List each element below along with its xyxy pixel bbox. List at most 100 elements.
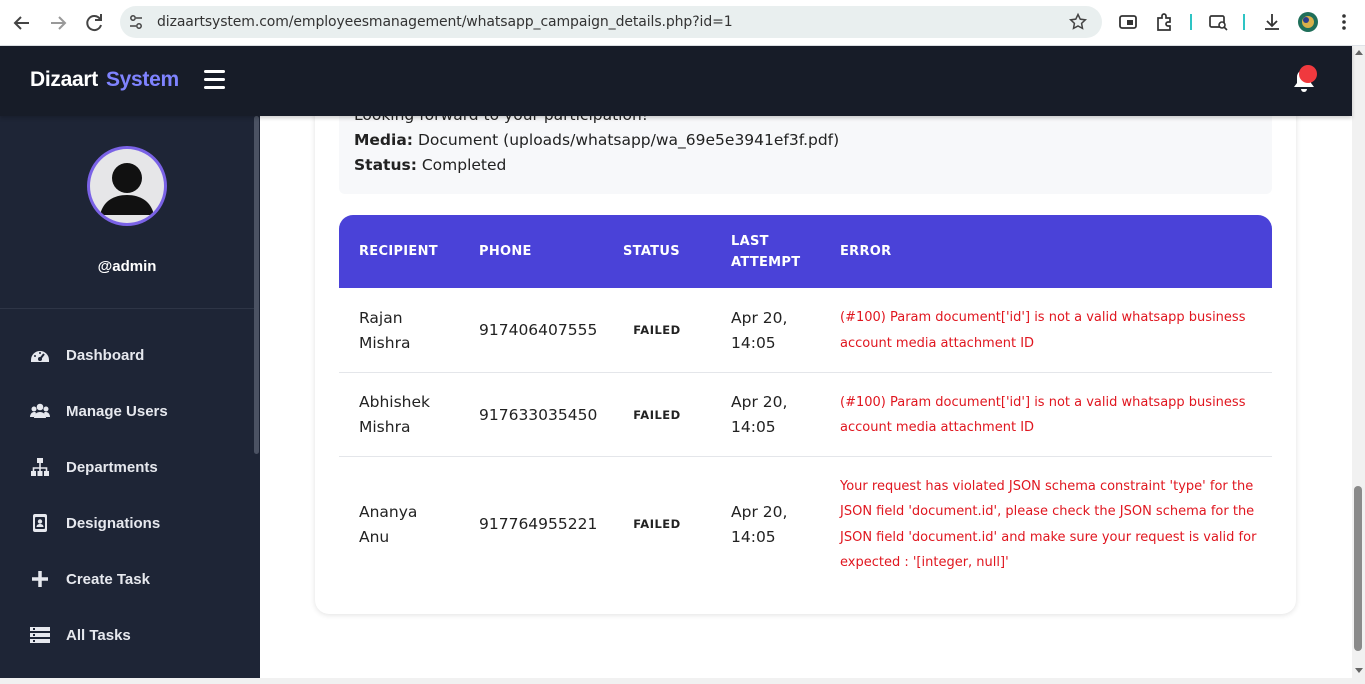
username: @admin <box>97 258 157 275</box>
plus-icon <box>32 571 48 587</box>
sidebar: @admin Dashboard Manage Users Department… <box>0 116 260 684</box>
sidebar-item-departments[interactable]: Departments <box>30 452 250 482</box>
browser-toolbar: dizaartsystem.com/employeesmanagement/wh… <box>0 0 1365 46</box>
last-attempt-date: Apr 20, <box>731 308 788 327</box>
brand-primary: Dizaart <box>30 68 98 91</box>
sidebar-divider <box>0 308 254 309</box>
status-line: Status: Completed <box>354 156 506 174</box>
sidebar-item-label: Designations <box>66 514 161 532</box>
media-line: Media: Document (uploads/whatsapp/wa_69e… <box>354 131 839 149</box>
url-text[interactable]: dizaartsystem.com/employeesmanagement/wh… <box>157 6 733 38</box>
users-icon <box>30 403 50 418</box>
column-header-last-attempt: LAST ATTEMPT <box>731 215 800 288</box>
picture-in-picture-icon[interactable] <box>1117 11 1139 33</box>
last-attempt-cell: Apr 20, 14:05 <box>731 457 787 592</box>
notification-badge <box>1299 65 1317 83</box>
download-icon[interactable] <box>1261 11 1283 33</box>
main-content: Looking forward to your participation! M… <box>260 116 1352 684</box>
status-label: Status: <box>354 156 417 174</box>
browser-menu-icon[interactable] <box>1333 11 1355 33</box>
sidebar-item-label: Departments <box>66 458 158 476</box>
sitemap-icon <box>31 458 49 476</box>
dashboard-icon <box>31 351 49 362</box>
column-header-recipient: RECIPIENT <box>359 244 438 259</box>
sidebar-item-all-tasks[interactable]: All Tasks <box>30 620 250 650</box>
avatar[interactable] <box>87 146 167 226</box>
bookmark-star-icon[interactable] <box>1068 12 1088 32</box>
table-row: Abhishek Mishra 917633035450 FAILED Apr … <box>339 373 1272 457</box>
phone-cell: 917764955221 <box>479 515 598 533</box>
sidebar-item-dashboard[interactable]: Dashboard <box>30 340 250 370</box>
sidebar-item-label: Dashboard <box>66 346 145 364</box>
menu-toggle-icon[interactable] <box>204 70 225 90</box>
site-settings-icon[interactable] <box>128 14 144 30</box>
column-header-error: ERROR <box>840 244 892 259</box>
user-silhouette-icon <box>90 149 164 223</box>
status-badge: FAILED <box>633 517 681 531</box>
sidebar-item-manage-users[interactable]: Manage Users <box>30 396 250 426</box>
sidebar-item-label: Create Task <box>66 570 150 588</box>
recipient-name-line2: Mishra <box>359 333 411 352</box>
scrollbar-thumb[interactable] <box>1354 486 1362 651</box>
scroll-up-arrow-icon[interactable] <box>1355 50 1363 55</box>
recipient-name-line2: Mishra <box>359 418 411 436</box>
last-attempt-cell: Apr 20, 14:05 <box>731 288 787 373</box>
id-badge-icon <box>33 514 47 532</box>
error-cell: (#100) Param document['id'] is not a val… <box>840 310 1246 351</box>
brand-logo[interactable]: Dizaart System <box>30 68 179 92</box>
table-row: Ananya Anu 917764955221 FAILED Apr 20, 1… <box>339 457 1272 592</box>
tab-search-icon[interactable] <box>1207 11 1229 33</box>
status-value: Completed <box>421 156 507 174</box>
address-bar[interactable]: dizaartsystem.com/employeesmanagement/wh… <box>120 6 1102 38</box>
recipients-table: RECIPIENT PHONE STATUS LAST ATTEMPT ERRO… <box>339 215 1272 592</box>
recipient-cell: Ananya Anu <box>359 457 417 592</box>
column-header-status: STATUS <box>623 244 680 259</box>
recipient-cell: Abhishek Mishra <box>359 373 430 457</box>
forward-icon[interactable] <box>46 11 70 35</box>
campaign-details-card: Looking forward to your participation! M… <box>315 116 1296 614</box>
sidebar-scrollbar[interactable] <box>254 116 259 454</box>
reload-icon[interactable] <box>82 11 106 35</box>
table-header: RECIPIENT PHONE STATUS LAST ATTEMPT ERRO… <box>339 215 1272 288</box>
status-badge: FAILED <box>633 407 681 422</box>
column-header-last-attempt-line2: ATTEMPT <box>731 254 801 270</box>
sidebar-item-label: All Tasks <box>66 626 131 644</box>
list-icon <box>30 627 50 643</box>
last-attempt-time: 14:05 <box>731 418 776 436</box>
recipient-cell: Rajan Mishra <box>359 288 410 373</box>
page-scrollbar[interactable] <box>1352 46 1365 678</box>
recipient-name-line2: Anu <box>359 527 390 546</box>
sidebar-item-label: Manage Users <box>66 402 168 420</box>
error-cell: (#100) Param document['id'] is not a val… <box>840 394 1246 436</box>
extensions-icon[interactable] <box>1153 11 1175 33</box>
sidebar-item-create-task[interactable]: Create Task <box>30 564 250 594</box>
brand-accent: System <box>105 68 179 91</box>
sidebar-item-designations[interactable]: Designations <box>30 508 250 538</box>
error-cell: Your request has violated JSON schema co… <box>840 478 1257 571</box>
recipient-name-line1: Rajan <box>359 308 403 327</box>
toolbar-divider <box>1243 14 1245 30</box>
last-attempt-cell: Apr 20, 14:05 <box>731 373 787 457</box>
last-attempt-time: 14:05 <box>731 527 776 546</box>
scroll-down-arrow-icon[interactable] <box>1355 668 1363 673</box>
phone-cell: 917633035450 <box>479 405 598 424</box>
media-label: Media: <box>354 131 414 149</box>
recipient-name-line1: Ananya <box>359 502 418 521</box>
column-header-last-attempt-line1: LAST <box>731 233 769 249</box>
status-badge: FAILED <box>633 323 681 337</box>
profile-avatar-icon[interactable] <box>1297 11 1319 33</box>
media-value: Document (uploads/whatsapp/wa_69e5e3941e… <box>417 131 840 149</box>
campaign-info-box: Looking forward to your participation! M… <box>339 116 1272 194</box>
last-attempt-date: Apr 20, <box>731 502 788 521</box>
last-attempt-date: Apr 20, <box>731 393 788 411</box>
last-attempt-time: 14:05 <box>731 333 776 352</box>
column-header-phone: PHONE <box>479 244 532 259</box>
phone-cell: 917406407555 <box>479 321 598 339</box>
horizontal-scrollbar[interactable] <box>0 678 1365 684</box>
app-header: Dizaart System <box>0 46 1352 116</box>
back-icon[interactable] <box>10 11 34 35</box>
recipient-name-line1: Abhishek <box>359 393 430 411</box>
table-row: Rajan Mishra 917406407555 FAILED Apr 20,… <box>339 288 1272 373</box>
toolbar-divider <box>1190 14 1192 30</box>
campaign-message-tail: Looking forward to your participation! <box>354 116 648 124</box>
